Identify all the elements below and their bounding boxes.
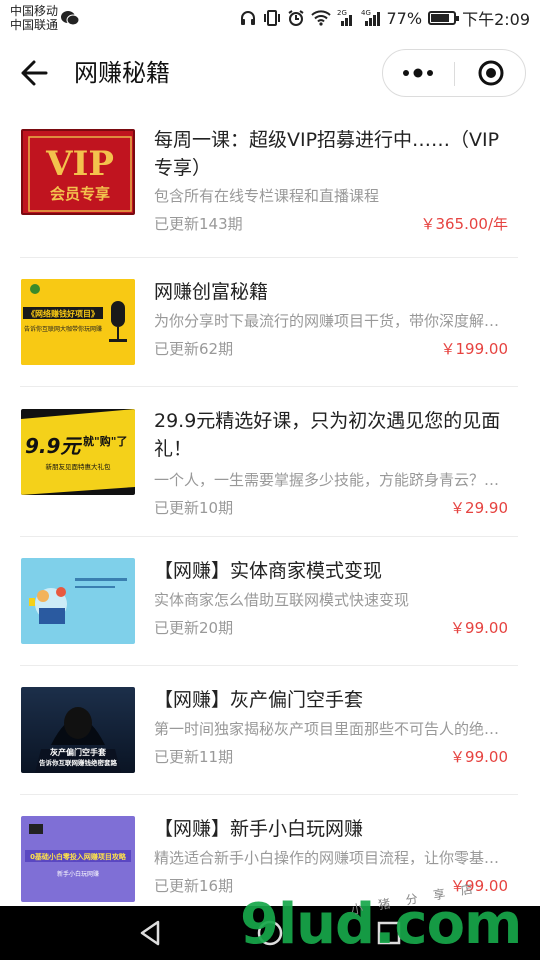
system-nav-bar <box>0 906 540 960</box>
home-circle-icon[interactable] <box>255 918 285 948</box>
close-button[interactable] <box>456 50 526 96</box>
mini-program-capsule <box>382 49 526 97</box>
item-updates: 已更新16期 <box>154 877 234 895</box>
item-price: ￥99.00 <box>450 877 508 895</box>
item-updates: 已更新11期 <box>154 748 234 766</box>
svg-text:就"购"了: 就"购"了 <box>83 434 127 448</box>
earn-thumbnail-art: 《网络赚钱好项目》 告诉你互联网大咖带你玩网赚 <box>21 279 135 365</box>
list-item[interactable]: 【网赚】实体商家模式变现 实体商家怎么借助互联网模式快速变现 已更新20期 ￥9… <box>0 537 540 666</box>
svg-text:灰产偏门空手套: 灰产偏门空手套 <box>50 747 107 757</box>
course-thumbnail: 《网络赚钱好项目》 告诉你互联网大咖带你玩网赚 <box>21 279 135 365</box>
course-thumbnail: 0基础小白零投入网赚项目攻略 新手小白玩网赚 <box>21 816 135 902</box>
item-updates: 已更新20期 <box>154 619 234 637</box>
course-thumbnail: 9.9元 就"购"了 新朋友见面特惠大礼包 <box>21 409 135 495</box>
list-item[interactable]: 《网络赚钱好项目》 告诉你互联网大咖带你玩网赚 网赚创富秘籍 为你分享时下最流行… <box>0 258 540 387</box>
alarm-icon <box>287 10 304 26</box>
item-price: ￥99.00 <box>450 748 508 766</box>
wifi-icon <box>310 10 331 26</box>
carrier-info: 中国移动 中国联通 <box>10 4 58 32</box>
svg-text:新朋友见面特惠大礼包: 新朋友见面特惠大礼包 <box>46 462 112 471</box>
item-title: 【网赚】新手小白玩网赚 <box>154 818 364 840</box>
course-thumbnail: 灰产偏门空手套 告诉你互联网赚钱绝密套路 <box>21 687 135 773</box>
course-list: VIP 会员专享 每周一课：超级VIP招募进行中……（VIP专享） 包含所有在线… <box>0 108 540 924</box>
close-circle-icon <box>478 60 504 86</box>
item-desc: 精选适合新手小白操作的网赚项目流程，让你零基础也能赚钱 <box>154 849 514 867</box>
back-arrow-icon[interactable] <box>18 58 50 88</box>
capsule-divider <box>454 62 455 86</box>
list-item[interactable]: 灰产偏门空手套 告诉你互联网赚钱绝密套路 【网赚】灰产偏门空手套 第一时间独家揭… <box>0 666 540 795</box>
list-item[interactable]: 9.9元 就"购"了 新朋友见面特惠大礼包 29.9元精选好课，只为初次遇见您的… <box>0 387 540 537</box>
status-icons: 2G 4G 77% 下午2:09 <box>239 8 530 29</box>
more-button[interactable] <box>383 50 453 96</box>
item-updates: 已更新143期 <box>154 215 243 233</box>
svg-text:4G: 4G <box>361 9 371 17</box>
item-desc: 包含所有在线专栏课程和直播课程 <box>154 187 380 205</box>
item-price: ￥365.00/年 <box>420 215 508 233</box>
svg-text:2G: 2G <box>337 9 347 17</box>
svg-text:0基础小白零投入网赚项目攻略: 0基础小白零投入网赚项目攻略 <box>30 852 127 861</box>
svg-text:9.9元: 9.9元 <box>25 434 82 458</box>
merchant-thumbnail-art <box>21 558 135 644</box>
headset-icon <box>240 11 255 25</box>
signal-2g-icon: 2G <box>337 9 352 26</box>
svg-text:VIP: VIP <box>45 144 114 184</box>
deal-thumbnail-art: 9.9元 就"购"了 新朋友见面特惠大礼包 <box>21 409 135 495</box>
item-desc: 第一时间独家揭秘灰产项目里面那些不可告人的绝密套路 <box>154 720 514 738</box>
carrier-2: 中国联通 <box>10 18 59 32</box>
item-desc: 一个人，一生需要掌握多少技能，方能跻身青云？一个人 <box>154 471 514 489</box>
battery-percent: 77% <box>386 8 423 28</box>
item-title: 网赚创富秘籍 <box>154 281 269 303</box>
back-triangle-icon[interactable] <box>136 918 166 948</box>
item-price: ￥199.00 <box>440 340 509 358</box>
list-item[interactable]: 0基础小白零投入网赚项目攻略 新手小白玩网赚 【网赚】新手小白玩网赚 精选适合新… <box>0 795 540 924</box>
svg-text:会员专享: 会员专享 <box>50 185 110 203</box>
item-price: ￥29.90 <box>450 499 508 517</box>
item-price: ￥99.00 <box>450 619 508 637</box>
item-title: 【网赚】灰产偏门空手套 <box>154 689 364 711</box>
nav-bar: 网赚秘籍 <box>0 38 540 108</box>
item-updates: 已更新10期 <box>154 499 234 517</box>
item-desc: 为你分享时下最流行的网赚项目干货，带你深度解析网赚项目 <box>154 312 514 330</box>
wechat-icon <box>61 11 80 26</box>
beginner-thumbnail-art: 0基础小白零投入网赚项目攻略 新手小白玩网赚 <box>21 816 135 902</box>
vip-thumbnail-art: VIP 会员专享 <box>23 131 133 213</box>
item-title: 29.9元精选好课，只为初次遇见您的见面礼！ <box>154 410 501 460</box>
course-thumbnail <box>21 558 135 644</box>
svg-text:告诉你互联网大咖带你玩网赚: 告诉你互联网大咖带你玩网赚 <box>24 325 102 333</box>
hacker-thumbnail-art: 灰产偏门空手套 告诉你互联网赚钱绝密套路 <box>21 687 135 773</box>
item-title: 每周一课：超级VIP招募进行中……（VIP专享） <box>154 129 500 179</box>
course-thumbnail: VIP 会员专享 <box>21 129 135 215</box>
carrier-1: 中国移动 <box>10 4 59 18</box>
page-title: 网赚秘籍 <box>74 59 170 87</box>
item-title: 【网赚】实体商家模式变现 <box>154 560 383 582</box>
clock: 下午2:09 <box>462 10 530 29</box>
battery-icon <box>428 11 460 25</box>
signal-4g-icon: 4G <box>361 9 380 26</box>
item-desc: 实体商家怎么借助互联网模式快速变现 <box>154 591 410 609</box>
svg-text:《网络赚钱好项目》: 《网络赚钱好项目》 <box>27 309 99 319</box>
svg-text:告诉你互联网赚钱绝密套路: 告诉你互联网赚钱绝密套路 <box>39 758 118 767</box>
list-item[interactable]: VIP 会员专享 每周一课：超级VIP招募进行中……（VIP专享） 包含所有在线… <box>0 108 540 258</box>
more-dots-icon <box>403 68 433 78</box>
status-bar: 中国移动 中国联通 2G 4G 77% 下午2:09 <box>0 0 540 38</box>
item-updates: 已更新62期 <box>154 340 234 358</box>
svg-text:新手小白玩网赚: 新手小白玩网赚 <box>57 870 99 878</box>
recents-square-icon[interactable] <box>374 918 404 948</box>
vibrate-icon <box>263 10 280 26</box>
